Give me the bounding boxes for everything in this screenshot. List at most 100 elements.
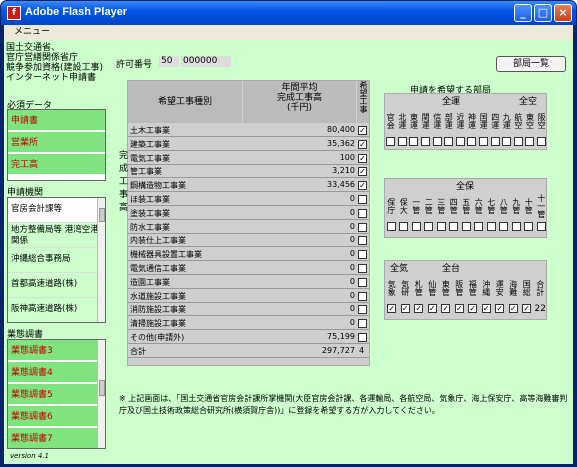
menu-item[interactable]: メニュー xyxy=(14,27,50,37)
dept-checkbox[interactable] xyxy=(467,137,477,146)
row-amount[interactable]: 0 xyxy=(243,222,355,231)
required-item[interactable]: 申請書 xyxy=(8,110,105,132)
dept-label: 沖縄 xyxy=(481,280,491,296)
row-amount[interactable]: 297,727 xyxy=(243,346,355,355)
row-checkbox[interactable] xyxy=(358,305,367,315)
dept-checkbox[interactable] xyxy=(486,222,496,231)
row-amount[interactable]: 33,456 xyxy=(243,180,355,189)
row-checkbox[interactable]: ✓ xyxy=(358,181,367,191)
survey-item[interactable]: 業態調書7 xyxy=(8,428,105,448)
dept-checkbox[interactable] xyxy=(513,137,523,146)
dept-checkbox[interactable]: ✓ xyxy=(387,304,397,313)
row-checkbox[interactable] xyxy=(358,250,367,260)
row-amount[interactable]: 3,210 xyxy=(243,166,355,175)
row-name: 建築工事業 xyxy=(130,139,170,149)
dept-checkbox[interactable] xyxy=(444,137,454,146)
dept-checkbox[interactable] xyxy=(449,222,459,231)
dept-checkbox[interactable] xyxy=(421,137,431,146)
row-amount[interactable]: 0 xyxy=(243,291,355,300)
dept-checkbox[interactable] xyxy=(502,137,512,146)
dept-checkbox[interactable] xyxy=(524,222,534,231)
row-checkbox[interactable] xyxy=(358,236,367,246)
row-amount[interactable]: 0 xyxy=(243,208,355,217)
dept-checkbox[interactable] xyxy=(399,222,409,231)
row-amount[interactable]: 0 xyxy=(243,277,355,286)
row-checkbox[interactable]: ✓ xyxy=(358,167,367,177)
row-amount[interactable]: 100 xyxy=(243,153,355,162)
dept-checkbox[interactable]: ✓ xyxy=(414,304,424,313)
dept-checkbox[interactable] xyxy=(537,137,547,146)
agency-item[interactable]: 地方整備局等 港湾空港関係 xyxy=(8,223,105,248)
row-checkbox[interactable]: ✓ xyxy=(358,139,367,149)
dept-checkbox[interactable]: ✓ xyxy=(427,304,437,313)
dept-checkbox[interactable]: ✓ xyxy=(441,304,451,313)
dept-checkbox[interactable] xyxy=(536,222,546,231)
survey-scrollbar[interactable] xyxy=(97,340,105,448)
scroll-thumb[interactable] xyxy=(99,380,105,396)
row-checkbox[interactable] xyxy=(358,208,367,218)
row-checkbox[interactable]: ✓ xyxy=(358,126,367,135)
dept-checkbox[interactable] xyxy=(511,222,521,231)
dept-checkbox[interactable] xyxy=(386,137,396,146)
agency-item[interactable]: 沖縄総合事務局 xyxy=(8,248,105,273)
row-checkbox[interactable] xyxy=(358,264,367,273)
dept-checkbox[interactable] xyxy=(461,222,471,231)
dept-checkbox[interactable] xyxy=(432,137,442,146)
row-amount[interactable]: 75,199 xyxy=(243,332,355,341)
scroll-thumb[interactable] xyxy=(99,208,105,222)
title-bar[interactable]: f Adobe Flash Player _ □ × xyxy=(1,1,576,25)
row-checkbox[interactable]: ✓ xyxy=(358,153,367,163)
agency-item[interactable]: 官房会計課等 xyxy=(8,198,105,223)
required-item[interactable]: 営業所 xyxy=(8,132,105,154)
minimize-button[interactable]: _ xyxy=(514,4,532,22)
dept-checkbox[interactable]: ✓ xyxy=(454,304,464,313)
license-num1[interactable]: 50 xyxy=(159,56,179,67)
survey-item[interactable]: 業態調書3 xyxy=(8,340,105,362)
row-checkbox[interactable] xyxy=(358,277,367,287)
license-num2[interactable]: 000000 xyxy=(181,56,231,67)
row-amount[interactable]: 0 xyxy=(243,304,355,313)
row-amount[interactable]: 0 xyxy=(243,249,355,258)
row-checkbox[interactable] xyxy=(358,291,367,301)
dept-checkbox[interactable]: ✓ xyxy=(522,304,532,313)
row-checkbox[interactable] xyxy=(358,195,367,204)
survey-item[interactable]: 業態調書4 xyxy=(8,362,105,384)
row-checkbox[interactable] xyxy=(358,222,367,232)
dept-checkbox[interactable] xyxy=(409,137,419,146)
dept-col: 福管 ✓ xyxy=(466,272,480,314)
dept-checkbox[interactable] xyxy=(474,222,484,231)
dept-checkbox[interactable] xyxy=(386,222,396,231)
row-checkbox[interactable] xyxy=(358,319,367,329)
dept-checkbox[interactable]: ✓ xyxy=(508,304,518,313)
dept-checkbox[interactable] xyxy=(479,137,489,146)
dept-checkbox[interactable] xyxy=(397,137,407,146)
row-name: 清掃施設工事業 xyxy=(130,319,186,329)
survey-item[interactable]: 業態調書6 xyxy=(8,406,105,428)
row-amount[interactable]: 80,400 xyxy=(243,125,355,134)
row-amount[interactable]: 0 xyxy=(243,263,355,272)
dept-checkbox[interactable] xyxy=(490,137,500,146)
dept-checkbox[interactable]: ✓ xyxy=(400,304,410,313)
dept-list-button[interactable]: 部局一覧 xyxy=(496,56,566,72)
dept-checkbox[interactable] xyxy=(499,222,509,231)
agency-scrollbar[interactable] xyxy=(97,198,105,322)
survey-item[interactable]: 業態調書5 xyxy=(8,384,105,406)
row-amount[interactable]: 0 xyxy=(243,194,355,203)
dept-checkbox[interactable]: ✓ xyxy=(481,304,491,313)
maximize-button[interactable]: □ xyxy=(534,4,552,22)
agency-item[interactable]: 阪神高速道路(株) xyxy=(8,298,105,322)
dept-checkbox[interactable]: ✓ xyxy=(468,304,478,313)
dept-checkbox[interactable] xyxy=(455,137,465,146)
row-amount[interactable]: 35,362 xyxy=(243,139,355,148)
dept-checkbox[interactable] xyxy=(525,137,535,146)
required-item[interactable]: 完工高 xyxy=(8,154,105,176)
dept-checkbox[interactable] xyxy=(411,222,421,231)
row-amount[interactable]: 0 xyxy=(243,318,355,327)
dept-checkbox[interactable] xyxy=(424,222,434,231)
close-button[interactable]: × xyxy=(554,4,572,22)
row-checkbox[interactable] xyxy=(358,333,367,342)
agency-item[interactable]: 首都高速道路(株) xyxy=(8,273,105,298)
dept-checkbox[interactable] xyxy=(436,222,446,231)
dept-checkbox[interactable]: ✓ xyxy=(495,304,505,313)
row-amount[interactable]: 0 xyxy=(243,235,355,244)
